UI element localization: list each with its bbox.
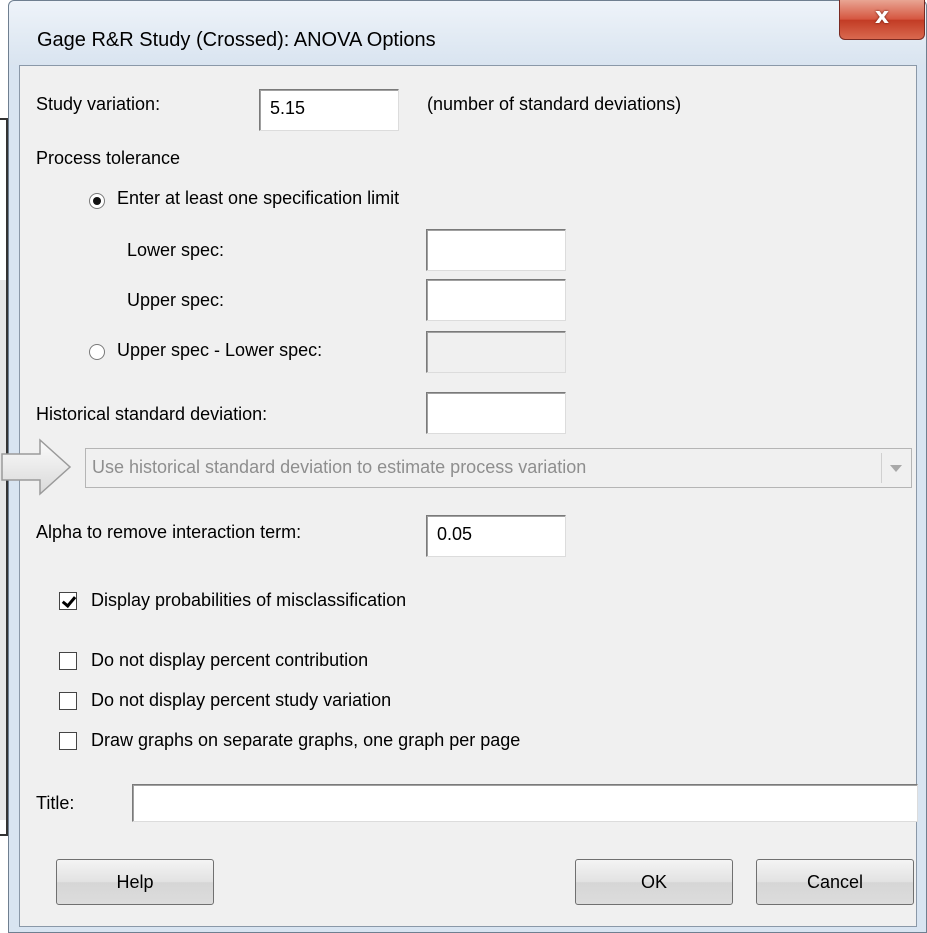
ok-button[interactable]: OK [575,859,733,905]
misclassification-label[interactable]: Display probabilities of misclassificati… [91,590,406,611]
close-icon: x [874,4,890,29]
range-radio[interactable] [89,344,105,360]
range-input [426,331,566,373]
process-variation-dropdown-value: Use historical standard deviation to est… [92,457,587,477]
lower-spec-label: Lower spec: [127,240,225,260]
no-percent-contribution-label[interactable]: Do not display percent contribution [91,650,368,671]
upper-spec-label: Upper spec: [127,290,225,310]
misclassification-checkbox[interactable] [59,592,77,610]
alpha-label: Alpha to remove interaction term: [36,522,302,542]
study-variation-label: Study variation: [36,94,161,114]
separate-graphs-checkbox[interactable] [59,732,77,750]
no-percent-study-variation-label[interactable]: Do not display percent study variation [91,690,391,711]
historical-sd-input[interactable] [426,392,566,434]
process-variation-dropdown: Use historical standard deviation to est… [85,448,912,488]
anova-options-dialog: Gage R&R Study (Crossed): ANOVA Options … [8,0,927,933]
title-field-label: Title: [36,793,75,813]
separate-graphs-label[interactable]: Draw graphs on separate graphs, one grap… [91,730,520,751]
range-radio-label[interactable]: Upper spec - Lower spec: [117,340,322,361]
no-percent-contribution-checkbox[interactable] [59,652,77,670]
alpha-input[interactable]: 0.05 [426,515,566,557]
upper-spec-input[interactable] [426,279,566,321]
title-input[interactable] [132,784,918,822]
help-button[interactable]: Help [56,859,214,905]
title-bar[interactable]: Gage R&R Study (Crossed): ANOVA Options … [9,0,926,65]
study-variation-hint: (number of standard deviations) [427,94,682,114]
cancel-button[interactable]: Cancel [756,859,914,905]
close-button[interactable]: x [839,0,925,40]
spec-limit-radio-label[interactable]: Enter at least one specification limit [117,188,399,209]
window-title: Gage R&R Study (Crossed): ANOVA Options [37,29,436,51]
lower-spec-input[interactable] [426,229,566,271]
background-scrollbar [0,280,6,820]
chevron-down-icon [881,453,909,483]
callout-arrow-icon [1,438,72,496]
historical-sd-label: Historical standard deviation: [36,404,268,424]
dialog-client-area: Study variation: 5.15 (number of standar… [19,65,918,927]
process-tolerance-heading: Process tolerance [36,148,181,168]
no-percent-study-variation-checkbox[interactable] [59,692,77,710]
spec-limit-radio[interactable] [89,193,105,209]
study-variation-input[interactable]: 5.15 [259,89,399,131]
